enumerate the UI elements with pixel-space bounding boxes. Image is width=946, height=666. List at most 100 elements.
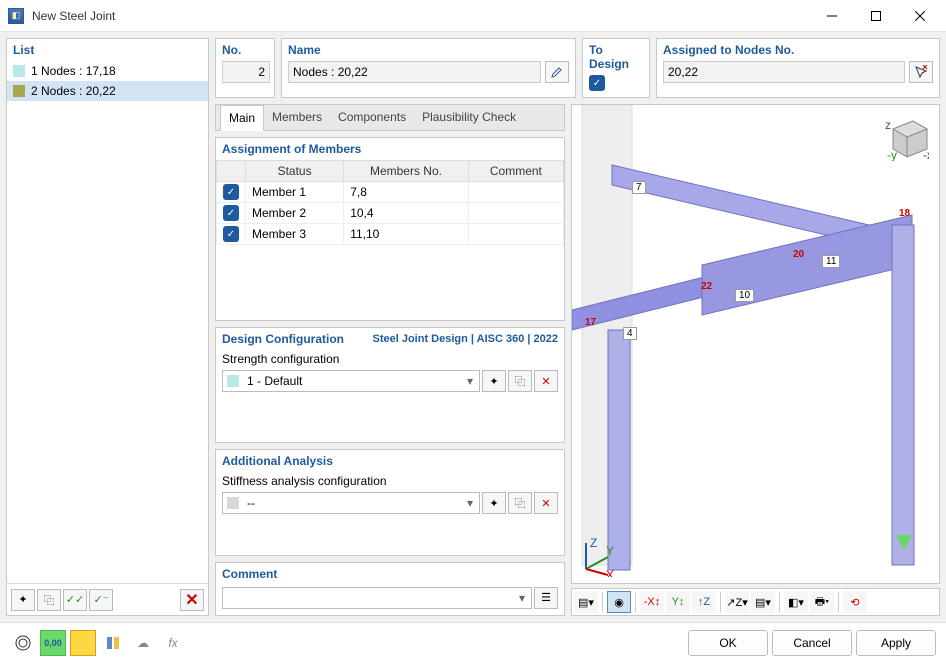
display-options-button[interactable]: ◧▾ (784, 591, 808, 613)
edit-config-button[interactable]: ⿻ (508, 370, 532, 392)
comment-edit-button[interactable]: ☰ (534, 587, 558, 609)
help-button[interactable] (10, 630, 36, 656)
cancel-button[interactable]: Cancel (772, 630, 852, 656)
titlebar: ◧ New Steel Joint (0, 0, 946, 32)
strength-combo[interactable]: 1 - Default ▾ (222, 370, 480, 392)
color-button[interactable] (70, 630, 96, 656)
list-item-2[interactable]: 2 Nodes : 20,22 (7, 81, 208, 101)
list-item-label: 2 Nodes : 20,22 (31, 84, 116, 98)
row-checkbox[interactable]: ✓ (223, 226, 239, 242)
view-mode-button[interactable]: ◉ (607, 591, 631, 613)
load-combo-button[interactable]: ▤▾ (574, 591, 598, 613)
stiffness-label: Stiffness analysis configuration (216, 472, 564, 490)
assigned-input[interactable] (663, 61, 905, 83)
tab-members[interactable]: Members (264, 105, 330, 130)
list-panel: List 1 Nodes : 17,18 2 Nodes : 20,22 ✦ ⿻… (6, 38, 209, 616)
tab-components[interactable]: Components (330, 105, 414, 130)
no-title: No. (216, 39, 274, 61)
tab-plausibility[interactable]: Plausibility Check (414, 105, 524, 130)
axis-x-button[interactable]: -X↕ (640, 591, 664, 613)
svg-text:X: X (606, 568, 614, 577)
additional-analysis-panel: Additional Analysis Stiffness analysis c… (215, 449, 565, 556)
combo-swatch (227, 497, 239, 509)
edit-stiff-button[interactable]: ⿻ (508, 492, 532, 514)
check-on-button[interactable]: ✓✓ (63, 589, 87, 611)
pick-nodes-button[interactable] (909, 61, 933, 83)
tab-main[interactable]: Main (220, 105, 264, 131)
col-members: Members No. (344, 161, 469, 182)
render-mode-button[interactable]: ▤▾ (751, 591, 775, 613)
close-button[interactable] (898, 1, 942, 31)
axis-gizmo: Z Y X (578, 537, 618, 577)
copy-item-button[interactable]: ⿻ (37, 589, 61, 611)
viewport-label: 18 (896, 208, 913, 219)
svg-text:-y: -y (887, 148, 897, 161)
cell-members: 11,10 (344, 224, 469, 245)
ok-button[interactable]: OK (688, 630, 768, 656)
script-button[interactable]: fx (160, 630, 186, 656)
list-item-label: 1 Nodes : 17,18 (31, 64, 116, 78)
list-item-swatch (13, 65, 25, 77)
to-design-checkbox[interactable]: ✓ (589, 75, 605, 91)
reset-view-button[interactable]: ⟲ (843, 591, 867, 613)
new-item-button[interactable]: ✦ (11, 589, 35, 611)
svg-text:Y: Y (606, 544, 614, 558)
units-button[interactable]: 0,00 (40, 630, 66, 656)
svg-text:-x: -x (923, 148, 929, 161)
stiffness-value: -- (243, 496, 461, 510)
check-off-button[interactable]: ✓⁻ (89, 589, 113, 611)
assignment-table: Status Members No. Comment ✓ Member 1 7,… (216, 160, 564, 245)
delete-item-button[interactable]: ✕ (180, 589, 204, 611)
no-input[interactable] (222, 61, 270, 83)
list-item-1[interactable]: 1 Nodes : 17,18 (7, 61, 208, 81)
list-title: List (7, 39, 208, 61)
cell-members: 10,4 (344, 203, 469, 224)
list-item-swatch (13, 85, 25, 97)
clear-config-button[interactable]: ✕ (534, 370, 558, 392)
chevron-down-icon: ▾ (513, 591, 531, 605)
no-panel: No. (215, 38, 275, 98)
add-analysis-title: Additional Analysis (222, 454, 333, 468)
row-checkbox[interactable]: ✓ (223, 184, 239, 200)
cell-status: Member 1 (246, 182, 344, 203)
assigned-title: Assigned to Nodes No. (657, 39, 939, 61)
assigned-panel: Assigned to Nodes No. (656, 38, 940, 98)
view-toolbar: ▤▾ ◉ -X↕ Y↕ ↑Z ↗Z▾ ▤▾ ◧▾ 🖶▾ ⟲ (571, 588, 940, 616)
minimize-button[interactable] (810, 1, 854, 31)
design-config-panel: Design Configuration Steel Joint Design … (215, 327, 565, 443)
viewport-label: 7 (632, 181, 646, 194)
viewport-label: 17 (582, 317, 599, 328)
edit-name-button[interactable] (545, 61, 569, 83)
to-design-title: To Design (583, 39, 649, 75)
table-row[interactable]: ✓ Member 2 10,4 (217, 203, 564, 224)
print-button[interactable]: 🖶▾ (810, 591, 834, 613)
model-viewport[interactable]: 71820112210174 Z Y X z -x -y (571, 104, 940, 584)
new-config-button[interactable]: ✦ (482, 370, 506, 392)
stiffness-combo[interactable]: -- ▾ (222, 492, 480, 514)
chevron-down-icon: ▾ (461, 496, 479, 510)
axis-y-button[interactable]: Y↕ (666, 591, 690, 613)
name-input[interactable] (288, 61, 541, 83)
cloud-button[interactable]: ☁ (130, 630, 156, 656)
table-row[interactable]: ✓ Member 3 11,10 (217, 224, 564, 245)
comment-combo[interactable]: ▾ (222, 587, 532, 609)
strength-value: 1 - Default (243, 374, 461, 388)
iso-view-button[interactable]: ↗Z▾ (725, 591, 749, 613)
clear-stiff-button[interactable]: ✕ (534, 492, 558, 514)
assignment-panel: Assignment of Members Status Members No.… (215, 137, 565, 321)
apply-button[interactable]: Apply (856, 630, 936, 656)
tabs: Main Members Components Plausibility Che… (215, 104, 565, 131)
axis-z-button[interactable]: ↑Z (692, 591, 716, 613)
comment-panel: Comment ▾ ☰ (215, 562, 565, 616)
view-cube[interactable]: z -x -y (883, 115, 929, 161)
viewport-label: 10 (735, 289, 754, 302)
maximize-button[interactable] (854, 1, 898, 31)
new-stiff-button[interactable]: ✦ (482, 492, 506, 514)
design-standard: Steel Joint Design | AISC 360 | 2022 (373, 333, 559, 345)
col-comment: Comment (468, 161, 563, 182)
window-title: New Steel Joint (32, 9, 810, 23)
table-row[interactable]: ✓ Member 1 7,8 (217, 182, 564, 203)
svg-text:z: z (885, 118, 891, 132)
layers-button[interactable] (100, 630, 126, 656)
row-checkbox[interactable]: ✓ (223, 205, 239, 221)
